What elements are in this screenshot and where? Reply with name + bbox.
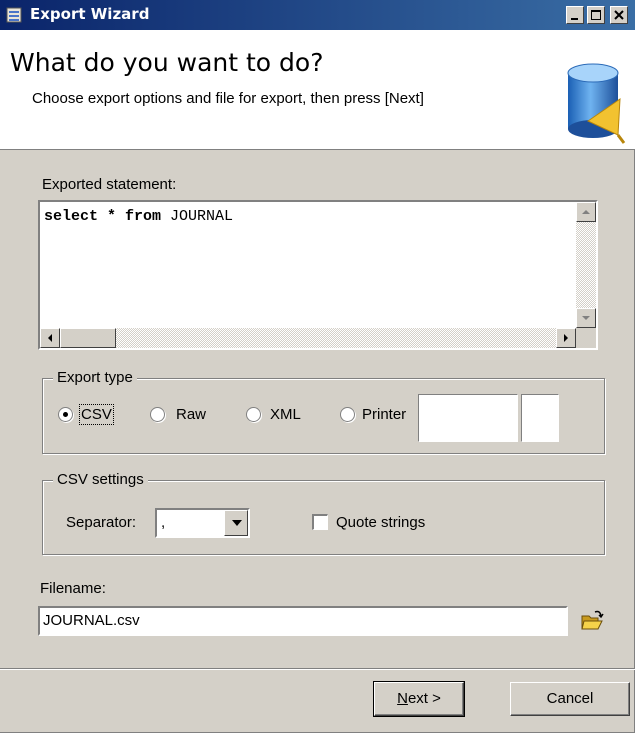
printer-name-box[interactable]	[418, 394, 518, 442]
quote-strings-checkbox[interactable]	[312, 514, 328, 530]
close-button[interactable]	[610, 6, 628, 24]
export-type-legend: Export type	[53, 369, 137, 386]
folder-open-icon[interactable]	[580, 610, 604, 632]
maximize-button[interactable]	[587, 6, 605, 24]
printer-select-box[interactable]	[521, 394, 559, 442]
export-wizard-window: Export Wizard What do you want to do? Ch…	[0, 0, 635, 733]
app-icon	[6, 7, 22, 23]
quote-strings-label[interactable]: Quote strings	[336, 514, 425, 531]
vertical-scrollbar[interactable]	[576, 202, 596, 328]
filename-value: JOURNAL.csv	[43, 612, 140, 629]
footer-divider	[0, 668, 635, 670]
arrow-left-icon	[48, 334, 52, 342]
scroll-up-button[interactable]	[576, 202, 596, 222]
statement-label: Exported statement:	[42, 176, 177, 193]
statement-editor[interactable]: select * from JOURNAL	[38, 200, 598, 350]
radio-raw-label[interactable]: Raw	[176, 406, 206, 423]
separator-value: ,	[161, 514, 166, 531]
horizontal-scroll-thumb[interactable]	[60, 328, 116, 348]
horizontal-scrollbar[interactable]	[40, 328, 576, 348]
scroll-down-button[interactable]	[576, 308, 596, 328]
radio-xml-label[interactable]: XML	[270, 406, 301, 423]
page-title: What do you want to do?	[10, 48, 324, 77]
filename-label: Filename:	[40, 580, 106, 597]
csv-settings-legend: CSV settings	[53, 471, 148, 488]
close-icon	[614, 10, 624, 20]
radio-xml[interactable]	[246, 407, 261, 422]
radio-printer-label[interactable]: Printer	[362, 406, 406, 423]
minimize-icon	[571, 18, 578, 20]
radio-printer[interactable]	[340, 407, 355, 422]
radio-selected-dot	[63, 412, 68, 417]
next-button[interactable]: Next >	[373, 681, 465, 717]
cancel-button[interactable]: Cancel	[510, 682, 630, 716]
separator-label: Separator:	[66, 514, 137, 531]
arrow-down-icon	[582, 316, 590, 320]
minimize-button[interactable]	[566, 6, 584, 24]
arrow-up-icon	[582, 210, 590, 214]
radio-csv[interactable]	[58, 407, 73, 422]
scrollbar-corner	[576, 328, 596, 348]
statement-text[interactable]: select * from JOURNAL	[44, 208, 233, 225]
separator-dropdown-button[interactable]	[224, 510, 248, 536]
radio-raw[interactable]	[150, 407, 165, 422]
arrow-right-icon	[564, 334, 568, 342]
database-icon	[567, 63, 626, 144]
chevron-down-icon	[232, 520, 242, 526]
filename-input[interactable]: JOURNAL.csv	[38, 606, 568, 636]
radio-csv-label[interactable]: CSV	[79, 404, 114, 425]
title-bar[interactable]: Export Wizard	[0, 0, 635, 30]
wizard-header: What do you want to do? Choose export op…	[0, 30, 635, 150]
maximize-icon	[591, 10, 601, 20]
scroll-right-button[interactable]	[556, 328, 576, 348]
scroll-left-button[interactable]	[40, 328, 60, 348]
page-subtitle: Choose export options and file for expor…	[32, 90, 424, 107]
separator-combobox[interactable]: ,	[155, 508, 250, 538]
window-title: Export Wizard	[30, 5, 150, 23]
